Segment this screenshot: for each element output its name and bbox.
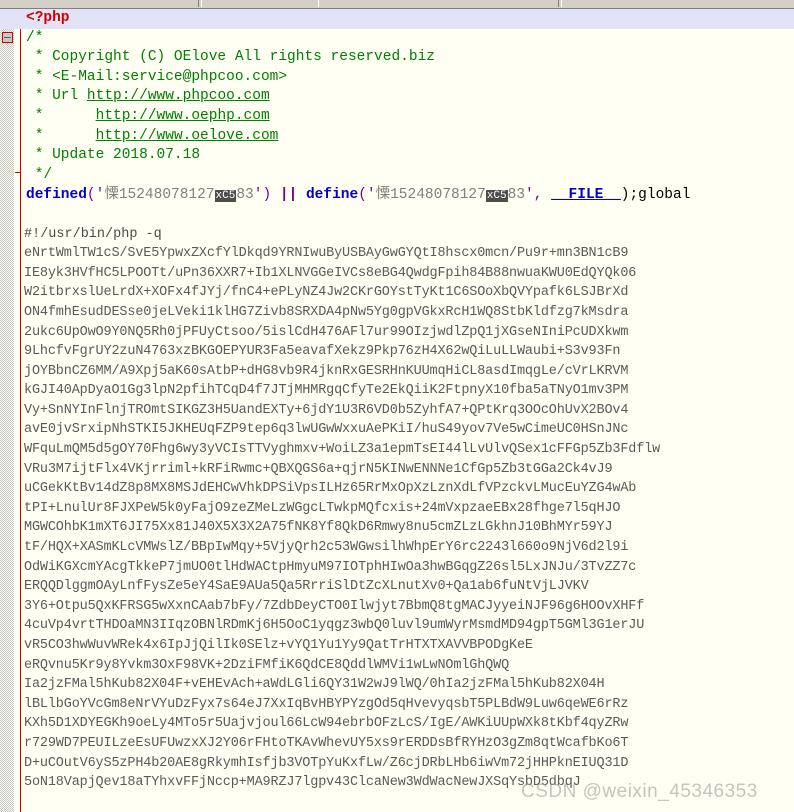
code-line-base64: jOYBbnCZ6MM/A9Xpj5aK60sAtbP+dHG8vb9R4jkn… [24, 363, 629, 379]
code-line-base64: D+uCOutV6yS5zPH4b20AE8gRkymhIsfjb3VOTpYu… [24, 755, 629, 771]
code-line-base64: MGWCOhbK1mXT6JI75Xx81J40X5X3X2A75fNK8Yf8… [24, 520, 613, 536]
code-line-base64: OdWiKGXcmYAcgTkkeP7jmUO0tlHdWACtpHmyuM97… [24, 559, 637, 575]
comma-2: ', [525, 187, 552, 204]
const-name-cjk-1: 慄 [104, 186, 119, 203]
code-line-base64: 3Y6+Otpu5QxKFRSG5wXxnCAab7bFy/7ZdbDeyCTO… [24, 598, 645, 614]
const-name-digits-1: 15248078127 [118, 187, 215, 204]
fn-defined: defined [26, 187, 87, 204]
magic-constant-file: __FILE__ [551, 187, 621, 204]
code-line-shebang: #!/usr/bin/php -q [24, 226, 162, 242]
code-line-base64: lBLlbGoYVcGm8eNrVYuDzFyx7s64eJ7XxIqBvHBY… [24, 696, 629, 712]
code-editor-pane[interactable]: <?php /* * Copyright (C) OElove All righ… [0, 9, 794, 812]
code-line-base64: IE8yk3HVfHC5LPOOTt/uPn36XXR7+Ib1XLNVGGeI… [24, 265, 637, 281]
code-line-base64: W2itbrxslUeLrdX+XOFx4fJYj/fnC4+ePLyNZ4Jw… [24, 285, 629, 301]
url3-prefix: * [26, 127, 96, 144]
const-name-digits-2: 15248078127 [390, 187, 486, 204]
code-line-url1: * Url http://www.phpcoo.com [0, 87, 794, 107]
link-oephp[interactable]: http://www.oephp.com [96, 108, 270, 124]
code-line-base64: VRu3M7ijtFlx4VKjrriml+kRFiRwmc+QBXQGS6a+… [24, 461, 613, 477]
code-line-base64: tPI+LnulUr8FJXPeW5k0yFajO9zeZMeLzWGgcLTw… [24, 500, 621, 516]
link-oelove[interactable]: http://www.oelove.com [96, 128, 279, 144]
code-line-url2: * http://www.oephp.com [0, 107, 794, 127]
code-line-base64: vR5CO3hwWuvWRek4x6IpJjQilIk0SElz+vYQ1Yu1… [24, 638, 533, 653]
code-line-base64: 4cuVp4vrtTHDOaMN3IIqzOBNlRDmKj6H5OoC1yqg… [24, 618, 645, 634]
toolbar-strip [0, 0, 794, 9]
or-operator: || [271, 187, 306, 204]
code-line-email: * <E-Mail:service@phpcoo.com> [0, 68, 794, 88]
copyright-text: * Copyright (C) OElove All rights reserv… [26, 49, 435, 66]
code-line-base64: r729WD7PEUILzeEsUFUwzxXJ2Y06rFHtoTKAvWhe… [24, 735, 629, 751]
code-line-comment-close: */ [0, 166, 794, 186]
code-line-defined: defined('慄15248078127xC583') || define('… [0, 185, 794, 205]
code-content[interactable]: <?php /* * Copyright (C) OElove All righ… [0, 9, 794, 793]
comment-open: /* [26, 29, 44, 46]
code-line-comment-open: /* [0, 29, 794, 49]
toolbar-separator [198, 0, 202, 7]
code-line-base64: Ia2jzFMal5hKub82X04F+vEHEvAch+aWdLGli6QY… [24, 677, 605, 693]
code-line-php-open: <?php [0, 9, 794, 29]
base64-payload-block: eNrtWmlTW1cS/SvE5YpwxZXcfYlDkqd9YRNIwuBy… [0, 244, 794, 793]
url2-prefix: * [26, 107, 96, 124]
php-open-tag: <?php [26, 10, 70, 26]
email-text: * <E-Mail:service@phpcoo.com> [26, 68, 288, 85]
comment-close: */ [26, 166, 53, 183]
update-text: * Update 2018.07.18 [26, 147, 201, 164]
link-phpcoo[interactable]: http://www.phpcoo.com [87, 88, 270, 104]
paren-close-1: ') [253, 187, 272, 204]
defined-line-tail: );global [620, 187, 691, 204]
code-line-base64: 5oN18VapjQev18aTYhxvFFjNccp+MA9RZJ7lgpv4… [24, 775, 581, 791]
code-line-base64: ERQQDlggmOAyLnfFysZe5eY4SaE9AUa5Qa5RrriS… [24, 579, 589, 595]
const-name-digits-2b: 83 [507, 187, 526, 204]
code-line-base64: avE0jvSrxipNhSTKI5JKHEUqFZP9tep6q3lwUGwW… [24, 422, 629, 438]
code-line-base64: uCGekKtBv14dZ8p8MX8MSJdEHCwVhkDPSiVpsILH… [24, 481, 637, 497]
code-line-base64: eRQvnu5Kr9y8Yvkm3OxF98VK+2DziFMfiK6QdCE8… [24, 657, 510, 673]
toolbar-button-edge [318, 0, 319, 7]
const-name-cjk-2: 慄 [375, 186, 391, 203]
url-label: * Url [26, 88, 87, 105]
code-line-base64: kGJI40ApDyaO1Gg3lpN2pfihTCqD4f7JTjMHMRgq… [24, 383, 629, 399]
const-name-digits-1b: 83 [236, 187, 254, 204]
code-line-copyright: * Copyright (C) OElove All rights reserv… [0, 48, 794, 68]
code-line-base64: WFquLmQM5d5gOY70Fhg6wy3yVCIsTTVyghmxv+Wo… [24, 442, 661, 458]
control-char-2: xC5 [485, 190, 508, 203]
toolbar-separator [558, 0, 562, 7]
code-line-base64: 9LhcfvFgrUY2zuN4763xzBKGOEPYUR3Fa5eavafX… [24, 344, 621, 360]
control-char-1: xC5 [214, 190, 237, 203]
code-line-base64: Vy+SnNYInFlnjTROmtSIKGZ3H5UandEXTy+6jdY1… [24, 402, 629, 418]
code-line-update: * Update 2018.07.18 [0, 146, 794, 166]
paren-open-1: (' [86, 187, 105, 204]
paren-open-2: (' [358, 187, 376, 204]
code-line-url3: * http://www.oelove.com [0, 127, 794, 147]
code-line-base64: 2ukc6UpOwO9Y0NQ5Rh0jPFUyCtsoo/5islCdH476… [24, 324, 629, 340]
code-line-base64: tF/HQX+XASmKLcVMWslZ/BBpIwMqy+5VjyQrh2c5… [24, 540, 629, 556]
code-line-base64: ON4fmhEsudDESse0jeLVeki1klHG7Zivb8SRXDA4… [24, 304, 629, 320]
code-line-base64: KXh5D1XDYEGKh9oeLy4MTo5r5Uajvjoul66LcW94… [24, 716, 629, 732]
fn-define: define [305, 187, 359, 204]
code-line-base64: eNrtWmlTW1cS/SvE5YpwxZXcfYlDkqd9YRNIwuBy… [24, 246, 629, 262]
